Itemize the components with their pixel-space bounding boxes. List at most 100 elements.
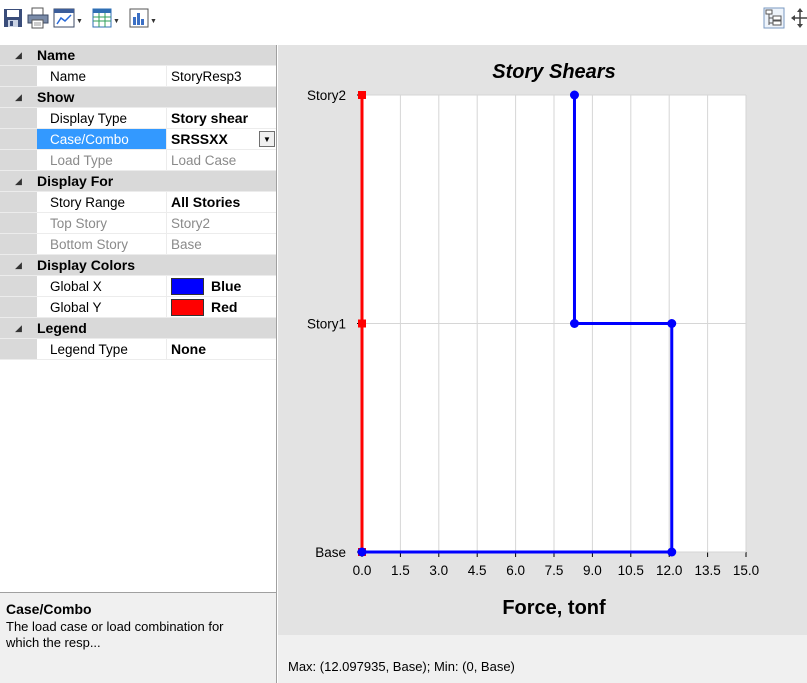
chart-title: Story Shears: [492, 61, 615, 83]
data-point: [667, 547, 677, 557]
property-key: Case/Combo: [37, 129, 167, 149]
category-display-for[interactable]: ◢ Display For: [0, 171, 276, 192]
color-name: Blue: [211, 278, 242, 294]
property-value-legend-type[interactable]: None: [167, 339, 276, 359]
toolbar: ▼ ▼ ▼: [0, 0, 807, 38]
move-button[interactable]: [790, 6, 807, 30]
category-name[interactable]: ◢ Name: [0, 45, 276, 66]
tree-view-icon: [763, 7, 785, 29]
chevron-down-icon: ▼: [76, 17, 83, 25]
x-tick-label: 0.0: [353, 563, 372, 578]
collapse-icon[interactable]: ◢: [0, 50, 37, 61]
property-row-name[interactable]: Name StoryResp3: [0, 66, 276, 87]
property-row-bottom-story: Bottom Story Base: [0, 234, 276, 255]
x-tick-label: 3.0: [429, 563, 448, 578]
y-tick-label: Story1: [307, 317, 346, 332]
table-button[interactable]: ▼: [92, 6, 120, 30]
dropdown-button[interactable]: ▼: [259, 131, 275, 147]
help-title: Case/Combo: [6, 601, 92, 617]
status-text: Max: (12.097935, Base); Min: (0, Base): [288, 659, 515, 674]
data-point: [358, 91, 366, 99]
property-value-global-y[interactable]: Red: [167, 297, 276, 317]
x-axis-label: Force, tonf: [502, 597, 606, 619]
chart-panel: 0.0 1.5 3.0 4.5 6.0 7.5 9.0 10.5 12.0 13.5 15.0 Bas…: [278, 45, 807, 683]
help-description: The load case or load combination for wh…: [6, 619, 224, 650]
category-label: Display Colors: [37, 257, 136, 273]
save-button[interactable]: [3, 6, 23, 30]
x-tick-label: 12.0: [656, 563, 682, 578]
story-shear-chart[interactable]: 0.0 1.5 3.0 4.5 6.0 7.5 9.0 10.5 12.0 13.5 15.0 Bas…: [278, 45, 807, 635]
y-tick-label: Story2: [307, 88, 346, 103]
table-icon: [92, 8, 112, 28]
property-row-load-type: Load Type Load Case: [0, 150, 276, 171]
property-row-story-range[interactable]: Story Range All Stories: [0, 192, 276, 213]
print-icon: [27, 7, 49, 29]
category-label: Display For: [37, 173, 114, 189]
data-point: [569, 319, 579, 328]
collapse-icon[interactable]: ◢: [0, 176, 37, 187]
chart-view-icon: [53, 8, 75, 28]
property-key: Story Range: [37, 192, 167, 212]
data-point: [569, 90, 579, 100]
property-key: Display Type: [37, 108, 167, 128]
print-button[interactable]: [27, 6, 49, 30]
collapse-icon[interactable]: ◢: [0, 260, 37, 271]
x-tick-label: 10.5: [618, 563, 644, 578]
x-tick-label: 15.0: [733, 563, 759, 578]
category-label: Show: [37, 89, 75, 105]
property-value-load-type: Load Case: [171, 152, 237, 168]
category-display-colors[interactable]: ◢ Display Colors: [0, 255, 276, 276]
chevron-down-icon: ▼: [113, 17, 120, 25]
property-key: Global X: [37, 276, 167, 296]
category-label: Name: [37, 47, 76, 63]
x-tick-label: 9.0: [583, 563, 602, 578]
x-tick-label: 7.5: [545, 563, 564, 578]
property-value-display-type[interactable]: Story shear: [167, 108, 276, 128]
tree-view-button[interactable]: [763, 6, 785, 30]
data-point: [358, 319, 366, 328]
property-row-case-combo[interactable]: Case/Combo SRSSXX ▼: [0, 129, 276, 150]
property-row-legend-type[interactable]: Legend Type None: [0, 339, 276, 360]
bar-chart-button[interactable]: ▼: [129, 6, 157, 30]
collapse-icon[interactable]: ◢: [0, 92, 37, 103]
save-icon: [4, 9, 22, 27]
property-value-name[interactable]: StoryResp3: [167, 66, 276, 86]
category-label: Legend: [37, 320, 87, 336]
property-row-display-type[interactable]: Display Type Story shear: [0, 108, 276, 129]
property-value-global-x[interactable]: Blue: [167, 276, 276, 296]
case-combo-value: SRSSXX: [171, 131, 228, 147]
x-tick-label: 13.5: [694, 563, 720, 578]
category-legend[interactable]: ◢ Legend: [0, 318, 276, 339]
help-panel: Case/Combo The load case or load combina…: [0, 592, 276, 683]
property-key: Load Type: [37, 150, 167, 170]
category-show[interactable]: ◢ Show: [0, 87, 276, 108]
property-key: Name: [37, 66, 167, 86]
data-point: [357, 547, 367, 557]
x-tick-label: 1.5: [391, 563, 410, 578]
chevron-down-icon: ▼: [150, 17, 157, 25]
property-key: Top Story: [37, 213, 167, 233]
property-value-story-range[interactable]: All Stories: [167, 192, 276, 212]
property-panel: ◢ Name Name StoryResp3 ◢ Show Display Ty…: [0, 45, 277, 683]
property-key: Bottom Story: [37, 234, 167, 254]
collapse-icon[interactable]: ◢: [0, 323, 37, 334]
x-tick-label: 4.5: [468, 563, 487, 578]
property-row-top-story: Top Story Story2: [0, 213, 276, 234]
property-grid: ◢ Name Name StoryResp3 ◢ Show Display Ty…: [0, 45, 276, 360]
move-icon: [791, 8, 807, 28]
property-row-global-x[interactable]: Global X Blue: [0, 276, 276, 297]
chart-view-button[interactable]: ▼: [53, 6, 83, 30]
case-combo-select[interactable]: SRSSXX ▼: [167, 129, 276, 149]
color-swatch-global-x: [171, 277, 204, 295]
status-bar: Max: (12.097935, Base); Min: (0, Base): [278, 635, 807, 683]
x-tick-label: 6.0: [506, 563, 525, 578]
property-value-top-story: Story2: [171, 215, 211, 231]
data-point: [667, 319, 677, 328]
chevron-down-icon: ▼: [263, 134, 271, 144]
property-row-global-y[interactable]: Global Y Red: [0, 297, 276, 318]
y-tick-label: Base: [315, 545, 346, 560]
color-name: Red: [211, 299, 238, 315]
property-key: Global Y: [37, 297, 167, 317]
bar-chart-icon: [129, 8, 149, 28]
color-swatch-global-y: [171, 298, 204, 316]
